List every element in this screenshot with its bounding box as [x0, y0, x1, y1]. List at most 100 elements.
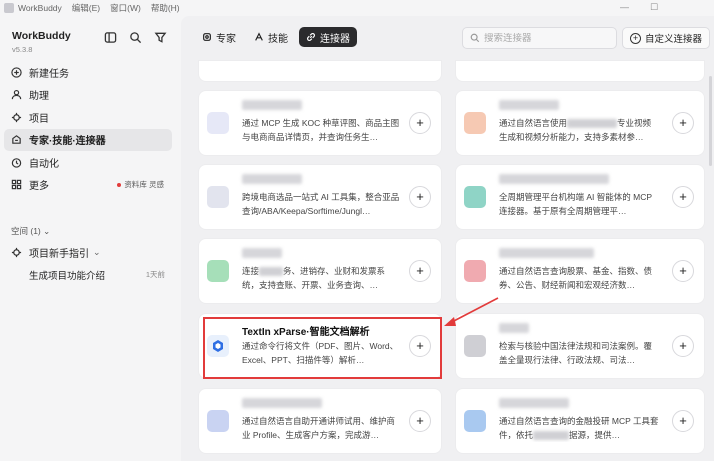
connector-card[interactable]: 跨境电商选品一站式 AI 工具集，整合亚品查询/ABA/Keepa/Sorfti… [198, 164, 442, 230]
maximize-button[interactable]: ☐ [650, 2, 658, 13]
more-badge-text: 资料库 灵感 [124, 180, 164, 190]
search-icon[interactable] [129, 31, 142, 47]
nav-label: 项目 [29, 113, 49, 125]
connector-card[interactable]: 连接 务、进销存、业财和发票系统，支持查账、开票、业务查询、… + [198, 238, 442, 304]
connector-card[interactable]: 通过自然语言查询的金融投研 MCP 工具套件，依托 据源，提供… + [455, 388, 705, 454]
textin-logo-icon [207, 335, 229, 357]
tab-label: 技能 [268, 33, 288, 45]
connector-logo-icon [464, 112, 486, 134]
more-badge: 资料库 灵感 [117, 179, 164, 190]
connector-card[interactable]: 通过自然语言自助开通讲师试用、维护商业 Profile、生成客户方案，完成游… … [198, 388, 442, 454]
connector-title-redacted [242, 248, 282, 258]
app-logo-icon [4, 3, 14, 13]
filter-icon[interactable] [154, 31, 167, 47]
connector-description: 通过命令行将文件（PDF、图片、Word、Excel、PPT、扫描件等）解析… [242, 341, 399, 365]
add-connector-button[interactable]: + [409, 186, 431, 208]
connector-description: 通过 MCP 生成 KOC 种草评图、商品主图与电商商品详情页，并查询任务生… [242, 118, 400, 142]
tab-connectors[interactable]: 连接器 [299, 27, 357, 47]
add-connector-button[interactable]: + [672, 186, 694, 208]
project-guide-label: 项目新手指引 [29, 249, 89, 260]
add-connector-button[interactable]: + [672, 260, 694, 282]
connector-title-redacted [242, 398, 322, 408]
session-time: 1天前 [145, 270, 165, 279]
nav-label: 专家·技能·连接器 [29, 136, 106, 148]
connector-card-textin[interactable]: TextIn xParse·智能文档解析 通过命令行将文件（PDF、图片、Wor… [198, 313, 442, 379]
connector-logo-icon [464, 260, 486, 282]
add-connector-button[interactable]: + [672, 112, 694, 134]
chevron-down-icon: ⌄ [93, 247, 101, 257]
connector-description: 通过自然语言查询的金融投研 MCP 工具套件，依托 据源，提供… [499, 414, 659, 442]
add-connector-button[interactable]: + [672, 335, 694, 357]
add-connector-button[interactable]: + [409, 335, 431, 357]
connector-description: 连接 务、进销存、业财和发票系统，支持查账、开票、业务查询、… [242, 264, 402, 292]
scrollbar[interactable] [709, 76, 712, 166]
project-guide[interactable]: 项目新手指引 ⌄ [11, 245, 101, 260]
add-connector-button[interactable]: + [409, 410, 431, 432]
connector-description: 全周期管理平台机构端 AI 智能体的 MCP 连接器。基于原有全周期管理平… [499, 192, 652, 216]
link-icon [307, 33, 315, 41]
project-icon [11, 112, 22, 122]
grid-icon [11, 180, 22, 190]
connector-title-redacted [499, 174, 609, 184]
sidebar-nav: 新建任务 助理 项目 专家·技能·连接器 自动化 更多 资料库 灵感 [4, 61, 172, 196]
connector-card[interactable]: 全周期管理平台机构端 AI 智能体的 MCP 连接器。基于原有全周期管理平… + [455, 164, 705, 230]
connector-card[interactable]: 通过自然语言查询股票、基金、指数、债券、公告、财经新闻和宏观经济数… + [455, 238, 705, 304]
toggle-sidebar-icon[interactable] [104, 31, 117, 47]
space-label[interactable]: 空间 (1) ⌄ [11, 225, 50, 237]
connector-card-partial [198, 60, 442, 82]
plus-icon: + [629, 32, 641, 44]
menu-help[interactable]: 帮助(H) [151, 2, 180, 14]
desc-part: 连接 [242, 266, 260, 276]
desc-part: 通过自然语言使用 [499, 118, 568, 128]
custom-connector-button[interactable]: + 自定义连接器 [622, 27, 710, 49]
project-icon [11, 247, 22, 258]
nav-new-task[interactable]: 新建任务 [4, 61, 172, 84]
plus-circle-icon [11, 67, 22, 78]
nav-assistant[interactable]: 助理 [4, 84, 172, 107]
connector-description: 通过自然语言自助开通讲师试用、维护商业 Profile、生成客户方案，完成游… [242, 416, 396, 440]
brand: WorkBuddy v5.3.8 [12, 30, 71, 54]
redacted-text [259, 267, 284, 277]
connector-logo-icon [464, 186, 486, 208]
nav-experts-skills-connectors[interactable]: 专家·技能·连接器 [4, 128, 172, 151]
add-connector-button[interactable]: + [409, 260, 431, 282]
experts-icon [12, 135, 21, 145]
tab-skills[interactable]: 技能 [247, 27, 295, 47]
window-menubar: WorkBuddy 编辑(E) 窗口(W) 帮助(H) — ☐ [0, 0, 714, 16]
connector-logo-icon [207, 112, 229, 134]
custom-connector-label: 自定义连接器 [644, 34, 702, 45]
connector-title-redacted [242, 100, 302, 110]
add-connector-button[interactable]: + [672, 410, 694, 432]
redacted-text [567, 119, 618, 129]
expert-icon [203, 33, 211, 41]
app-version: v5.3.8 [12, 45, 33, 54]
space-label-text: 空间 (1) [11, 226, 41, 236]
connector-description: 通过自然语言查询股票、基金、指数、债券、公告、财经新闻和宏观经济数… [499, 266, 653, 290]
notification-dot-icon [117, 182, 122, 187]
connector-card[interactable]: 检索与核验中国法律法规和司法案例。覆盖全量现行法律、行政法规、司法… + [455, 313, 705, 379]
tab-experts[interactable]: 专家 [195, 27, 243, 47]
menu-edit[interactable]: 编辑(E) [72, 2, 100, 14]
connector-description: 通过自然语言使用 专业视频生成和视频分析能力，支持多素材参… [499, 116, 659, 144]
add-connector-button[interactable]: + [409, 112, 431, 134]
redacted-text [533, 431, 570, 441]
nav-label: 新建任务 [29, 68, 69, 80]
connector-card[interactable]: 通过 MCP 生成 KOC 种草评图、商品主图与电商商品详情页，并查询任务生… … [198, 90, 442, 156]
connector-card[interactable]: 通过自然语言使用 专业视频生成和视频分析能力，支持多素材参… + [455, 90, 705, 156]
session-item[interactable]: 生成项目功能介绍 1天前 [29, 268, 165, 282]
connector-search[interactable] [462, 27, 617, 49]
menu-window[interactable]: 窗口(W) [110, 2, 141, 14]
minimize-button[interactable]: — [620, 2, 629, 12]
nav-automation[interactable]: 自动化 [4, 151, 172, 174]
search-input[interactable] [484, 32, 604, 44]
connector-logo-icon [464, 410, 486, 432]
nav-more[interactable]: 更多 资料库 灵感 [4, 174, 172, 197]
connector-card-partial [455, 60, 705, 82]
connector-title-redacted [499, 398, 569, 408]
person-icon [11, 90, 22, 100]
chevron-down-icon: ⌄ [43, 226, 51, 236]
connector-logo-icon [207, 260, 229, 282]
sidebar-toolbar [104, 31, 167, 47]
connector-title-redacted [499, 248, 594, 258]
nav-projects[interactable]: 项目 [4, 106, 172, 129]
